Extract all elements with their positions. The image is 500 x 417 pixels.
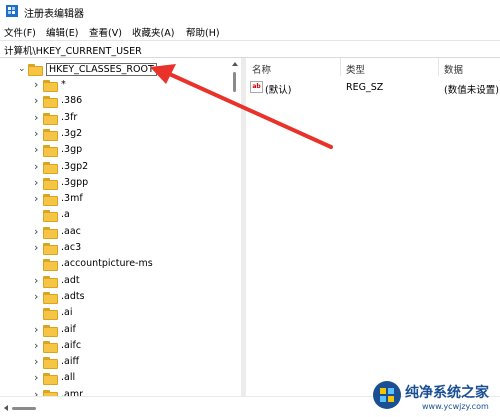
- watermark: 纯净系统之家 www.ycwjzy.com: [372, 378, 500, 416]
- folder-icon: [43, 275, 59, 288]
- tree-scrollbar[interactable]: [229, 58, 241, 396]
- scroll-left-arrow-icon[interactable]: [4, 405, 8, 411]
- tree-node-label: *: [61, 79, 66, 90]
- tree-node-label: .adt: [61, 274, 80, 286]
- column-header-data[interactable]: 数据: [444, 62, 463, 76]
- tree-node-label: .3gp2: [61, 160, 89, 172]
- column-separator[interactable]: [340, 58, 341, 76]
- tree-node-label: .aiff: [61, 356, 80, 368]
- tree-node[interactable]: › .3gp: [34, 143, 224, 159]
- tree-node-label: .a: [61, 209, 70, 221]
- tree-node[interactable]: .a: [34, 208, 224, 224]
- tree-node-label: .3mf: [61, 193, 83, 205]
- watermark-url: www.ycwjzy.com: [422, 402, 489, 411]
- tree-node[interactable]: › *: [34, 78, 224, 94]
- folder-icon: [43, 210, 59, 223]
- folder-icon: [43, 324, 59, 337]
- hscroll-thumb[interactable]: [12, 407, 36, 410]
- folder-icon: [43, 80, 59, 92]
- folder-icon: [43, 340, 59, 353]
- tree-node-label: .all: [61, 372, 76, 384]
- menu-favorites[interactable]: 收藏夹(A): [132, 25, 174, 39]
- tree-node-label: .accountpicture-ms: [61, 258, 153, 270]
- folder-icon: [43, 357, 59, 370]
- tree-node[interactable]: › .3mf: [34, 192, 224, 208]
- folder-icon: [43, 128, 59, 141]
- chevron-down-icon[interactable]: ⌄: [18, 65, 28, 75]
- tree-node-label: .aif: [61, 323, 76, 335]
- tree-node[interactable]: › .3fr: [34, 111, 224, 127]
- tree-node-label: .3fr: [61, 111, 78, 123]
- value-data-cell[interactable]: (数值未设置): [444, 82, 499, 96]
- tree-node[interactable]: › .amr: [34, 388, 224, 396]
- folder-icon: [43, 177, 59, 190]
- menu-view[interactable]: 查看(V): [89, 25, 122, 39]
- tree-node-label: .aac: [61, 225, 81, 237]
- tree-node[interactable]: › .aac: [34, 225, 224, 241]
- brand-logo-icon: [373, 381, 401, 409]
- tree-node[interactable]: › .aif: [34, 323, 224, 339]
- menu-edit[interactable]: 编辑(E): [46, 25, 78, 39]
- address-bar[interactable]: 计算机\HKEY_CURRENT_USER: [0, 40, 500, 58]
- tree-node-label: .aifc: [61, 339, 82, 351]
- tree-node[interactable]: › .3gp2: [34, 160, 224, 176]
- watermark-brand: 纯净系统之家: [405, 385, 489, 401]
- tree-node-label: .386: [61, 95, 83, 107]
- tree-node[interactable]: › .386: [34, 94, 224, 110]
- tree-node[interactable]: › .adts: [34, 290, 224, 306]
- tree-node[interactable]: .ai: [34, 306, 224, 322]
- tree-root-label: HKEY_CLASSES_ROOT: [46, 63, 157, 76]
- folder-icon: [43, 226, 59, 239]
- address-path[interactable]: 计算机\HKEY_CURRENT_USER: [4, 43, 142, 57]
- tree-node[interactable]: › .all: [34, 371, 224, 387]
- title-bar: 注册表编辑器: [0, 0, 500, 22]
- folder-icon: [43, 308, 59, 321]
- tree-node-label: .amr: [61, 388, 84, 396]
- value-name-cell[interactable]: (默认): [265, 82, 291, 96]
- scroll-thumb[interactable]: [233, 72, 236, 92]
- tree-node-label: .3gp: [61, 144, 83, 156]
- tree-node-label: .3gpp: [61, 176, 89, 188]
- folder-icon: [43, 373, 59, 386]
- folder-icon: [43, 291, 59, 304]
- values-pane: 名称 类型 数据 ab (默认) REG_SZ (数值未设置): [246, 58, 500, 396]
- folder-icon: [43, 161, 59, 174]
- tree-node[interactable]: › .adt: [34, 274, 224, 290]
- value-type-cell[interactable]: REG_SZ: [346, 82, 383, 93]
- string-value-icon: ab: [250, 81, 263, 93]
- key-tree: ⌄ HKEY_CLASSES_ROOT › * › .386 › .3fr › .3g2 › .3…: [0, 58, 229, 396]
- window-title: 注册表编辑器: [24, 9, 84, 20]
- folder-icon: [43, 112, 59, 125]
- tree-node-label: .ac3: [61, 242, 82, 253]
- tree-node[interactable]: › .ac3: [34, 241, 224, 257]
- folder-open-icon: [28, 64, 44, 76]
- tree-node[interactable]: .accountpicture-ms: [34, 257, 224, 273]
- tree-node-label: .adts: [61, 290, 85, 302]
- tree-node-label: .ai: [61, 307, 73, 319]
- folder-icon: [43, 96, 59, 109]
- column-header-type[interactable]: 类型: [346, 62, 365, 76]
- column-separator[interactable]: [438, 58, 439, 76]
- regedit-app-icon: [6, 5, 18, 17]
- folder-icon: [43, 194, 59, 207]
- column-header-name[interactable]: 名称: [252, 62, 271, 76]
- menu-help[interactable]: 帮助(H): [186, 25, 220, 39]
- scroll-up-arrow-icon[interactable]: [232, 62, 238, 66]
- menu-bar: 文件(F) 编辑(E) 查看(V) 收藏夹(A) 帮助(H): [0, 22, 500, 40]
- tree-node[interactable]: › .3g2: [34, 127, 224, 143]
- tree-node[interactable]: › .aiff: [34, 355, 224, 371]
- folder-icon: [43, 259, 59, 272]
- tree-node[interactable]: › .aifc: [34, 339, 224, 355]
- tree-node-label: .3g2: [61, 127, 83, 139]
- folder-icon: [43, 243, 59, 255]
- menu-file[interactable]: 文件(F): [4, 25, 36, 39]
- tree-node[interactable]: › .3gpp: [34, 176, 224, 192]
- folder-icon: [43, 145, 59, 158]
- tree-root-hkey-classes-root[interactable]: ⌄ HKEY_CLASSES_ROOT: [18, 62, 218, 78]
